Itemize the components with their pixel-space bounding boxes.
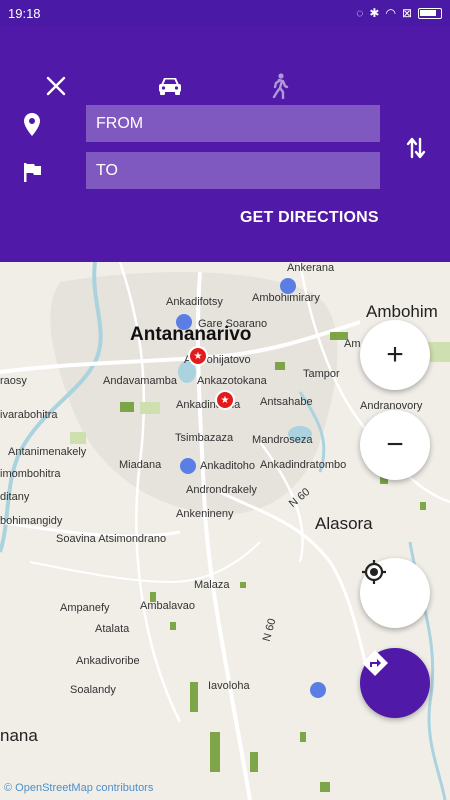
plus-icon: + bbox=[386, 338, 404, 371]
car-mode-button[interactable] bbox=[150, 66, 190, 106]
map-label: nana bbox=[0, 726, 38, 745]
sim-icon: ⊠ bbox=[401, 6, 412, 20]
train-station-icon[interactable] bbox=[310, 682, 326, 698]
map-label: Gare Soarano bbox=[198, 318, 268, 330]
map-label: Miadana bbox=[119, 459, 162, 471]
zoom-out-button[interactable]: − bbox=[360, 410, 430, 480]
map-label: Ankerana bbox=[287, 262, 335, 274]
swap-button[interactable] bbox=[396, 128, 436, 168]
map-label: Alasora bbox=[315, 514, 373, 533]
status-icons: ◌ ✱ ◠ ⊠ bbox=[356, 6, 442, 20]
map-label: Tsimbazaza bbox=[175, 432, 234, 444]
map-label: Soalandy bbox=[70, 684, 116, 696]
minus-icon: − bbox=[386, 428, 404, 461]
walk-icon bbox=[272, 73, 289, 99]
map-label: Atalata bbox=[95, 623, 130, 635]
directions-header: FROM TO GET DIRECTIONS bbox=[0, 26, 450, 262]
map-label: Ankenineny bbox=[176, 508, 234, 520]
map-label: Ambohim bbox=[366, 302, 438, 321]
map-label: Iavoloha bbox=[208, 680, 250, 692]
swap-vertical-icon bbox=[406, 137, 426, 159]
map-label: Ankazotokana bbox=[197, 375, 267, 387]
my-location-button[interactable] bbox=[360, 558, 430, 628]
map-label: Tampor bbox=[303, 368, 340, 380]
map-label: Ampanefy bbox=[60, 602, 110, 614]
map-label: Soavina Atsimondrano bbox=[56, 533, 167, 545]
battery-icon bbox=[418, 7, 442, 19]
train-station-icon[interactable] bbox=[280, 278, 296, 294]
status-time: 19:18 bbox=[8, 5, 41, 21]
map-label: Ankadindratombo bbox=[260, 459, 347, 471]
location-pin-icon bbox=[20, 113, 44, 137]
map-label: Malaza bbox=[194, 579, 230, 591]
map-label: Ankadivoribe bbox=[76, 655, 140, 667]
map-view[interactable]: Ankerana Ankadifotsy Ambohimirary Ambohi… bbox=[0, 262, 450, 800]
signal-icon: ◌ bbox=[356, 6, 364, 20]
map-label: Antsahabe bbox=[260, 396, 313, 408]
map-label: ditany bbox=[0, 491, 30, 503]
wifi-icon: ◠ bbox=[385, 6, 396, 20]
to-field[interactable]: TO bbox=[86, 152, 380, 189]
poi-star-marker[interactable]: ★ bbox=[188, 346, 208, 366]
map-label: Antanimenakely bbox=[8, 446, 87, 458]
crosshair-icon bbox=[362, 560, 386, 584]
directions-icon bbox=[362, 650, 388, 676]
walk-mode-button[interactable] bbox=[260, 66, 300, 106]
map-label: bohimangidy bbox=[0, 515, 63, 527]
poi-star-marker[interactable]: ★ bbox=[215, 390, 235, 410]
train-station-icon[interactable] bbox=[180, 458, 196, 474]
train-station-icon[interactable] bbox=[176, 314, 192, 330]
map-label: Ankadifotsy bbox=[166, 296, 223, 308]
flag-icon bbox=[20, 160, 44, 184]
from-field[interactable]: FROM bbox=[86, 105, 380, 142]
map-label: Am bbox=[344, 338, 361, 350]
close-button[interactable] bbox=[36, 66, 76, 106]
directions-button[interactable] bbox=[360, 648, 430, 718]
map-label: Andavamamba bbox=[103, 375, 177, 387]
map-label: Androndrakely bbox=[186, 484, 257, 496]
map-label: Ambalavao bbox=[140, 600, 196, 612]
map-label: raosy bbox=[0, 375, 27, 387]
attribution-link[interactable]: © OpenStreetMap contributors bbox=[4, 782, 153, 794]
get-directions-button[interactable]: GET DIRECTIONS bbox=[240, 209, 379, 227]
car-icon bbox=[159, 78, 181, 95]
close-icon bbox=[46, 76, 66, 96]
zoom-in-button[interactable]: + bbox=[360, 320, 430, 390]
map-label: Ankaditoho bbox=[200, 460, 256, 472]
status-bar: 19:18 ◌ ✱ ◠ ⊠ bbox=[0, 0, 450, 26]
bluetooth-icon: ✱ bbox=[369, 6, 380, 20]
map-label: ivarabohitra bbox=[0, 409, 58, 421]
map-label: Mandroseza bbox=[252, 434, 313, 446]
map-label: imombohitra bbox=[0, 468, 61, 480]
